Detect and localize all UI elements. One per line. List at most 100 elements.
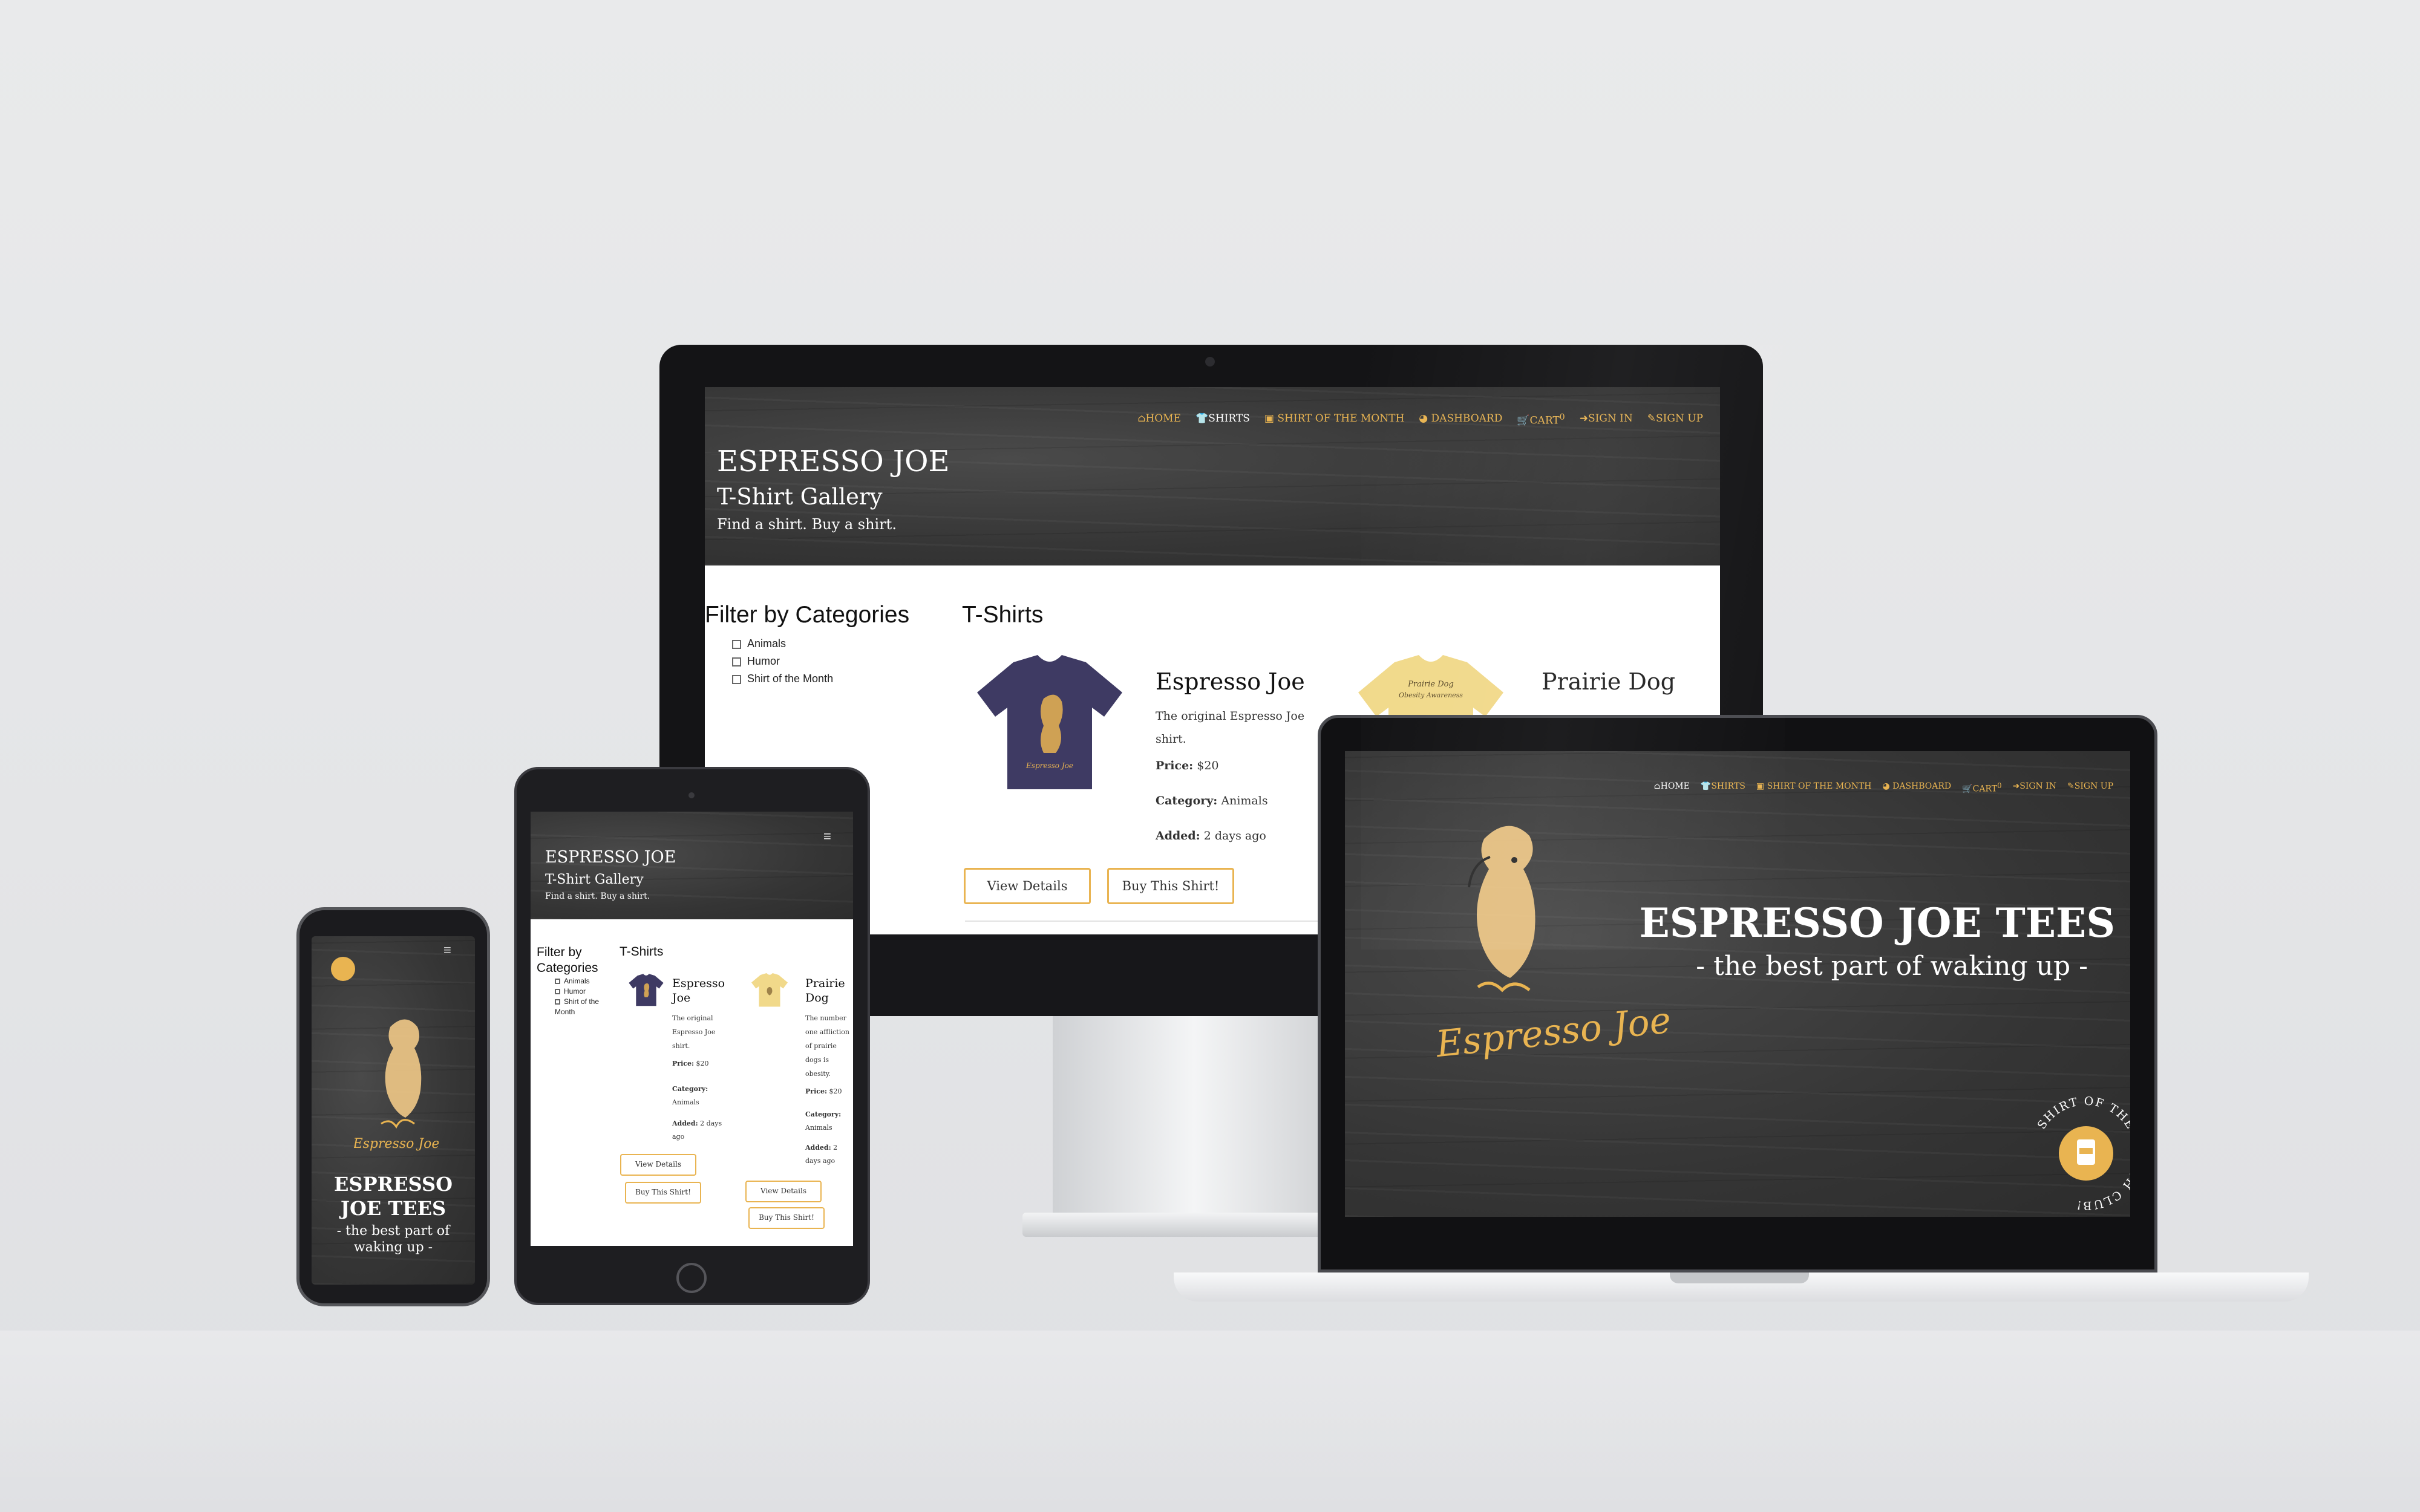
phone-screen: ≡ Espresso Joe ESPRESSO JOE TEES - the b… <box>312 936 475 1285</box>
filter-option-humor[interactable]: Humor <box>555 986 609 997</box>
nav-sign-up[interactable]: ✎SIGN UP <box>1647 412 1703 427</box>
filter-list: Animals Humor Shirt of the Month <box>732 635 833 688</box>
price-value: $20 <box>696 1060 709 1067</box>
nav-dashboard[interactable]: ◕ DASHBOARD <box>1882 781 1951 794</box>
checkbox[interactable] <box>555 979 560 985</box>
buy-shirt-button[interactable]: Buy This Shirt! <box>1107 868 1234 904</box>
nav-home[interactable]: ⌂HOME <box>1137 412 1181 427</box>
filter-label: Animals <box>564 977 590 985</box>
nav-sotm-label: SHIRT OF THE MONTH <box>1277 412 1405 425</box>
nav-dashboard[interactable]: ◕ DASHBOARD <box>1419 412 1502 427</box>
price-label: Price: <box>805 1087 828 1095</box>
checkbox[interactable] <box>732 674 741 684</box>
checkbox[interactable] <box>555 989 560 995</box>
nav-shirt-of-the-month[interactable]: ▣ SHIRT OF THE MONTH <box>1264 412 1404 427</box>
nav-shirts[interactable]: 👕SHIRTS <box>1195 412 1250 427</box>
nav-home-label: HOME <box>1660 781 1690 791</box>
checkbox[interactable] <box>732 657 741 666</box>
checkbox[interactable] <box>732 639 741 649</box>
category-value: Animals <box>672 1098 699 1106</box>
price-value: $20 <box>829 1087 842 1095</box>
buy-shirt-button[interactable]: Buy This Shirt! <box>625 1182 701 1204</box>
shirt-of-the-month-badge[interactable]: SHIRT OF THE MONTH CLUB! <box>2029 1096 2130 1211</box>
filter-label: Humor <box>747 655 780 667</box>
category-value: Animals <box>1221 794 1268 807</box>
nav-sotm-label: SHIRT OF THE MONTH <box>1767 781 1872 791</box>
category-value: Animals <box>805 1124 832 1132</box>
filter-label: Animals <box>747 637 786 650</box>
view-details-button[interactable]: View Details <box>964 868 1091 904</box>
nav-shirts-label: SHIRTS <box>1208 412 1250 425</box>
product-price: Price: $20 <box>672 1060 709 1067</box>
laptop-notch <box>1670 1272 1809 1283</box>
product-image-espresso-joe[interactable]: Espresso Joe <box>971 650 1128 795</box>
tablet-home-button <box>676 1263 707 1293</box>
landing-subtitle: - the best part of waking up - <box>336 1224 450 1255</box>
svg-text:Prairie Dog: Prairie Dog <box>1407 680 1454 689</box>
hamburger-menu-icon[interactable]: ≡ <box>443 942 451 958</box>
filter-option-shirt-of-the-month[interactable]: Shirt of the Month <box>555 997 609 1017</box>
product-image-espresso-joe[interactable] <box>627 972 665 1008</box>
product-price: Price: $20 <box>1156 759 1219 772</box>
nav-sign-in[interactable]: ➜SIGN IN <box>2013 781 2057 794</box>
svg-text:Espresso Joe: Espresso Joe <box>1025 761 1073 770</box>
cart-count-badge: 0 <box>1559 412 1565 422</box>
page-brand: ESPRESSO JOE <box>717 445 950 478</box>
product-name: Prairie Dog <box>1542 668 1676 695</box>
filter-heading: Filter by Categories <box>537 945 598 975</box>
product-image-prairie-dog[interactable]: Prairie Dog Obesity Awareness <box>1352 650 1509 717</box>
dog-logo-icon: Espresso Joe <box>354 1019 439 1152</box>
laptop-screen: ⌂HOME 👕SHIRTS ▣ SHIRT OF THE MONTH ◕ DAS… <box>1345 751 2130 1217</box>
hero-banner: ⌂HOME 👕SHIRTS ▣ SHIRT OF THE MONTH ◕ DAS… <box>705 387 1720 565</box>
price-value: $20 <box>1197 759 1219 772</box>
nav-sign-in-label: SIGN IN <box>2019 781 2057 791</box>
nav-sign-up-label: SIGN UP <box>2074 781 2113 791</box>
top-nav: ⌂HOME 👕SHIRTS ▣ SHIRT OF THE MONTH ◕ DAS… <box>1654 781 2113 794</box>
filter-option-animals[interactable]: Animals <box>732 635 833 653</box>
filter-option-shirt-of-the-month[interactable]: Shirt of the Month <box>732 670 833 688</box>
filter-heading: Filter by Categories <box>705 602 910 628</box>
nav-sign-up[interactable]: ✎SIGN UP <box>2067 781 2113 794</box>
checkbox[interactable] <box>555 999 560 1005</box>
filter-list: Animals Humor Shirt of the Month <box>555 976 609 1017</box>
added-label: Added: <box>672 1119 698 1127</box>
added-label: Added: <box>805 1144 831 1152</box>
nav-shirt-of-the-month[interactable]: ▣ SHIRT OF THE MONTH <box>1756 781 1872 794</box>
coffee-cup-icon[interactable] <box>331 957 355 981</box>
price-label: Price: <box>672 1060 695 1067</box>
hamburger-menu-icon[interactable]: ≡ <box>823 829 831 844</box>
price-label: Price: <box>1156 759 1194 772</box>
product-name: Espresso Joe <box>672 977 725 1005</box>
nav-cart[interactable]: 🛒CART0 <box>1962 781 2001 794</box>
page-subtitle: T-Shirt Gallery <box>545 872 644 887</box>
nav-cart[interactable]: 🛒CART0 <box>1517 412 1565 427</box>
page-subtitle: T-Shirt Gallery <box>717 484 883 510</box>
tablet-camera <box>688 792 695 798</box>
nav-dashboard-label: DASHBOARD <box>1431 412 1503 425</box>
product-image-prairie-dog[interactable] <box>750 972 790 1008</box>
top-nav: ⌂HOME 👕SHIRTS ▣ SHIRT OF THE MONTH ◕ DAS… <box>1137 412 1703 427</box>
landing-title: ESPRESSO JOE TEES <box>1639 899 2116 947</box>
product-description: The original Espresso Joe shirt. <box>1156 709 1305 746</box>
floor-reflection <box>0 1331 2420 1512</box>
filter-label: Shirt of the Month <box>555 997 600 1016</box>
view-details-button[interactable]: View Details <box>745 1181 822 1202</box>
dog-logo-icon <box>1468 826 1535 992</box>
nav-sign-in[interactable]: ➜SIGN IN <box>1580 412 1633 427</box>
product-category: Category: Animals <box>805 1108 851 1135</box>
nav-home-label: HOME <box>1145 412 1182 425</box>
logo-script: Espresso Joe <box>354 1136 439 1152</box>
nav-shirts[interactable]: 👕SHIRTS <box>1701 781 1745 794</box>
nav-cart-label: CART <box>1529 414 1560 427</box>
view-details-button[interactable]: View Details <box>620 1154 696 1176</box>
page-brand: ESPRESSO JOE <box>545 848 676 867</box>
nav-cart-label: CART <box>1972 784 1998 794</box>
buy-shirt-button[interactable]: Buy This Shirt! <box>748 1207 825 1229</box>
category-label: Category: <box>805 1110 842 1118</box>
product-category: Category: Animals <box>672 1083 733 1109</box>
filter-option-animals[interactable]: Animals <box>555 976 609 986</box>
nav-home[interactable]: ⌂HOME <box>1654 781 1690 794</box>
filter-option-humor[interactable]: Humor <box>732 653 833 670</box>
product-category: Category: Animals <box>1156 794 1268 807</box>
product-price: Price: $20 <box>805 1087 842 1095</box>
